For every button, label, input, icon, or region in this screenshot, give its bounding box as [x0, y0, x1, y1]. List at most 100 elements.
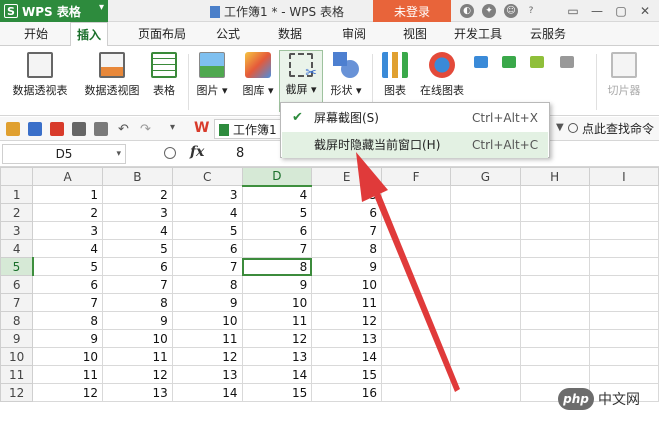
- radar-chart-icon[interactable]: [560, 56, 574, 68]
- cell[interactable]: [381, 311, 452, 330]
- cell[interactable]: [588, 185, 659, 204]
- cell[interactable]: 13: [171, 365, 243, 384]
- cell[interactable]: 14: [241, 365, 313, 384]
- zoom-icon[interactable]: [164, 147, 176, 159]
- row-header[interactable]: 11: [0, 365, 34, 384]
- cell[interactable]: 10: [311, 275, 383, 294]
- settings-icon[interactable]: ✦: [482, 4, 496, 18]
- shapes-button[interactable]: 形状 ▾: [328, 50, 364, 98]
- cell[interactable]: 7: [311, 221, 383, 240]
- help-icon[interactable]: ?: [524, 4, 538, 18]
- gallery-button[interactable]: 图库 ▾: [238, 50, 278, 98]
- cell[interactable]: [519, 293, 590, 312]
- column-header[interactable]: A: [32, 167, 104, 186]
- tab-insert[interactable]: 插入: [70, 22, 109, 47]
- tab-view[interactable]: 视图: [397, 22, 433, 46]
- cell[interactable]: 12: [171, 347, 243, 366]
- cell[interactable]: 3: [171, 185, 243, 204]
- cell[interactable]: [450, 221, 521, 240]
- cell[interactable]: 8: [32, 311, 104, 330]
- row-header[interactable]: 8: [0, 311, 34, 330]
- cell[interactable]: 6: [171, 239, 243, 258]
- column-header-selected[interactable]: D: [241, 167, 313, 187]
- maximize-icon[interactable]: ▢: [608, 0, 634, 22]
- row-header[interactable]: 2: [0, 203, 34, 222]
- column-header[interactable]: F: [381, 167, 452, 186]
- cell[interactable]: [450, 311, 521, 330]
- cell[interactable]: [450, 239, 521, 258]
- cell[interactable]: [381, 293, 452, 312]
- column-header[interactable]: H: [519, 167, 590, 186]
- cell[interactable]: 7: [241, 239, 313, 258]
- cell[interactable]: 3: [32, 221, 104, 240]
- tab-home[interactable]: 开始: [18, 22, 54, 46]
- undo-icon[interactable]: ↶: [118, 122, 132, 137]
- cell[interactable]: 9: [171, 293, 243, 312]
- login-button[interactable]: 未登录: [373, 0, 451, 22]
- cell[interactable]: [588, 239, 659, 258]
- cell[interactable]: 16: [311, 383, 383, 402]
- cell[interactable]: 9: [102, 311, 173, 330]
- cell[interactable]: 10: [241, 293, 313, 312]
- cell[interactable]: 12: [32, 383, 104, 402]
- cell[interactable]: 4: [32, 239, 104, 258]
- cell[interactable]: [588, 311, 659, 330]
- close-icon[interactable]: ✕: [632, 0, 658, 22]
- cell[interactable]: [450, 329, 521, 348]
- cell[interactable]: 8: [102, 293, 173, 312]
- cell[interactable]: 5: [32, 257, 104, 276]
- cell[interactable]: [519, 221, 590, 240]
- cell[interactable]: [381, 257, 452, 276]
- cell[interactable]: [450, 203, 521, 222]
- cell[interactable]: 6: [32, 275, 104, 294]
- cell[interactable]: 14: [171, 383, 243, 402]
- cell[interactable]: [381, 221, 452, 240]
- slicer-button[interactable]: 切片器: [604, 50, 644, 98]
- cell[interactable]: [519, 311, 590, 330]
- open-folder-icon[interactable]: [6, 122, 20, 136]
- cell[interactable]: [450, 347, 521, 366]
- skin-icon[interactable]: ◐: [460, 4, 474, 18]
- cell[interactable]: 10: [171, 311, 243, 330]
- pivot-table-button[interactable]: 数据透视表: [8, 50, 72, 98]
- menu-item-screen-capture[interactable]: ✔ 屏幕截图(S) Ctrl+Alt+X: [282, 105, 548, 131]
- column-header[interactable]: E: [311, 167, 383, 186]
- insert-function-icon[interactable]: fx: [190, 144, 204, 160]
- minimize-icon[interactable]: —: [584, 0, 610, 22]
- cell[interactable]: [519, 257, 590, 276]
- cell[interactable]: 6: [102, 257, 173, 276]
- row-header[interactable]: 9: [0, 329, 34, 348]
- tab-formulas[interactable]: 公式: [210, 22, 246, 46]
- cell[interactable]: 13: [241, 347, 313, 366]
- cell[interactable]: 12: [102, 365, 173, 384]
- cell[interactable]: 10: [32, 347, 104, 366]
- cell[interactable]: [381, 365, 452, 384]
- cell[interactable]: 10: [102, 329, 173, 348]
- cell[interactable]: 7: [32, 293, 104, 312]
- cell[interactable]: 3: [102, 203, 173, 222]
- cell[interactable]: 4: [102, 221, 173, 240]
- app-menu-button[interactable]: S WPS 表格 ▾: [0, 0, 108, 22]
- cell[interactable]: [381, 347, 452, 366]
- cell[interactable]: 11: [311, 293, 383, 312]
- redo-icon[interactable]: ↷: [140, 122, 154, 137]
- name-box[interactable]: D5 ▾: [2, 144, 126, 164]
- cell[interactable]: 4: [171, 203, 243, 222]
- cell[interactable]: [519, 203, 590, 222]
- row-header[interactable]: 3: [0, 221, 34, 240]
- menu-item-hide-window[interactable]: 截屏时隐藏当前窗口(H) Ctrl+Alt+C: [282, 132, 548, 158]
- cell[interactable]: [519, 275, 590, 294]
- cell[interactable]: [588, 293, 659, 312]
- cell[interactable]: [588, 329, 659, 348]
- cell[interactable]: [588, 365, 659, 384]
- cell[interactable]: [381, 203, 452, 222]
- cell[interactable]: [450, 275, 521, 294]
- cell[interactable]: [588, 221, 659, 240]
- cell[interactable]: 5: [171, 221, 243, 240]
- print-icon[interactable]: [72, 122, 86, 136]
- cell[interactable]: [519, 239, 590, 258]
- cell[interactable]: [381, 239, 452, 258]
- pivot-chart-button[interactable]: 数据透视图: [80, 50, 144, 98]
- row-header[interactable]: 10: [0, 347, 34, 366]
- cell[interactable]: [519, 329, 590, 348]
